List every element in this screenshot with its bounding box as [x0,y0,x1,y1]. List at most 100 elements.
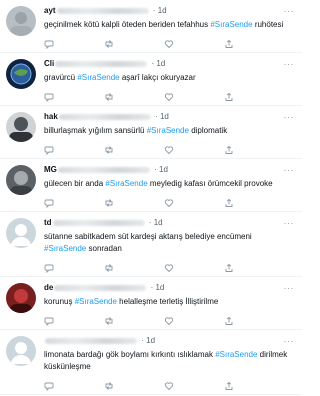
hashtag-link[interactable]: #SıraSende [75,297,117,306]
tweet-actions [44,378,234,392]
share-icon[interactable] [224,260,234,272]
tweet-header: Cli · 1d ··· [44,57,294,71]
tweet-text: gülecen bir anda #SıraSende meyledig kaf… [44,178,294,190]
reply-icon[interactable] [44,313,54,327]
avatar[interactable] [6,59,36,89]
tweet-actions [44,195,234,209]
like-icon[interactable] [164,36,174,49]
tweet-actions [44,36,234,50]
tweet[interactable]: · 1d ··· limonata bardağı gök boylamı kı… [0,330,302,395]
tweet-actions [44,142,234,156]
tweet-header: ayt · 1d ··· [44,4,294,18]
tweet-text-part: billurlaşmak yığılım sansürlü [44,126,147,135]
hashtag-link[interactable]: #SıraSende [210,20,252,29]
reply-icon[interactable] [44,195,54,209]
avatar[interactable] [6,112,36,142]
tweet[interactable]: ayt · 1d ··· geçinilmek kötü kalpli öted… [0,0,302,53]
separator: · [155,112,158,121]
redacted-handle [52,219,145,226]
timestamp[interactable]: 1d [158,6,167,15]
hashtag-link[interactable]: #SıraSende [215,350,257,359]
tweet-text-part: aşarî lakçı okuryazar [119,73,196,82]
retweet-icon[interactable] [104,142,114,154]
share-icon[interactable] [224,89,234,101]
reply-icon[interactable] [44,260,54,274]
redacted-handle [55,60,148,67]
timestamp[interactable]: 1d [155,283,164,292]
tweet[interactable]: Cli · 1d ··· gravürcü #SıraSende aşarî l… [0,53,302,106]
more-options-icon[interactable]: ··· [284,281,295,295]
retweet-icon[interactable] [104,36,114,48]
hashtag-link[interactable]: #SıraSende [147,126,189,135]
share-icon[interactable] [224,313,234,325]
redacted-handle [54,284,147,291]
like-icon[interactable] [164,195,174,208]
like-icon[interactable] [164,89,174,102]
avatar[interactable] [6,6,36,36]
tweet-text-part: sütanne sabitkadem süt kardeşi aktarış b… [44,232,252,241]
avatar[interactable] [6,336,36,366]
reply-icon[interactable] [44,378,54,392]
tweet-feed: ayt · 1d ··· geçinilmek kötü kalpli öted… [0,0,302,395]
display-name[interactable]: ayt [44,6,56,15]
timestamp[interactable]: 1d [159,165,168,174]
timestamp[interactable]: 1d [160,112,169,121]
separator: · [141,336,144,345]
tweet[interactable]: MG · 1d ··· gülecen bir anda #SıraSende … [0,159,302,212]
more-options-icon[interactable]: ··· [284,163,295,177]
retweet-icon[interactable] [104,195,114,207]
like-icon[interactable] [164,313,174,326]
display-name[interactable]: de [44,283,53,292]
retweet-icon[interactable] [104,313,114,325]
hashtag-link[interactable]: #SıraSende [44,244,86,253]
reply-icon[interactable] [44,36,54,50]
share-icon[interactable] [224,142,234,154]
retweet-icon[interactable] [104,378,114,390]
tweet-text-part: gravürcü [44,73,78,82]
display-name[interactable]: MG [44,165,57,174]
tweet-text-part: meyledig kafası örümcekil provoke [147,179,273,188]
tweet-text: billurlaşmak yığılım sansürlü #SıraSende… [44,125,294,137]
more-options-icon[interactable]: ··· [284,216,295,230]
tweet-actions [44,313,234,327]
display-name[interactable]: hak [44,112,58,121]
separator: · [150,283,154,292]
tweet-text: gravürcü #SıraSende aşarî lakçı okuryaza… [44,72,294,84]
tweet-text: sütanne sabitkadem süt kardeşi aktarış b… [44,231,294,255]
more-options-icon[interactable]: ··· [284,334,295,348]
timestamp[interactable]: 1d [156,59,165,68]
tweet-header: · 1d ··· [44,334,294,348]
tweet[interactable]: td · 1d ··· sütanne sabitkadem süt karde… [0,212,302,277]
like-icon[interactable] [164,260,174,273]
like-icon[interactable] [164,378,174,391]
retweet-icon[interactable] [104,89,114,101]
tweet[interactable]: de · 1d ··· korunuş #SıraSende helalleşm… [0,277,302,330]
tweet-header: MG · 1d ··· [44,163,294,177]
share-icon[interactable] [224,378,234,390]
display-name[interactable]: td [44,218,52,227]
more-options-icon[interactable]: ··· [284,4,295,18]
tweet-text-part: diplomatik [188,126,228,135]
tweet-text-part: korunuş [44,297,75,306]
reply-icon[interactable] [44,89,54,103]
hashtag-link[interactable]: #SıraSende [77,73,119,82]
avatar[interactable] [6,218,36,248]
share-icon[interactable] [224,195,234,207]
display-name[interactable]: Cli [44,59,54,68]
tweet[interactable]: hak · 1d ··· billurlaşmak yığılım sansür… [0,106,302,159]
retweet-icon[interactable] [104,260,114,272]
timestamp[interactable]: 1d [146,336,155,345]
tweet-text-part: limonata bardağı gök boylamı kırkıntı ıs… [44,350,216,359]
separator: · [148,218,152,227]
redacted-handle [45,337,137,344]
share-icon[interactable] [224,36,234,48]
timestamp[interactable]: 1d [154,218,163,227]
more-options-icon[interactable]: ··· [284,57,295,71]
avatar[interactable] [6,283,36,313]
more-options-icon[interactable]: ··· [284,110,295,124]
reply-icon[interactable] [44,142,54,156]
like-icon[interactable] [164,142,174,155]
avatar[interactable] [6,165,36,195]
tweet-text-part: gülecen bir anda [44,179,106,188]
hashtag-link[interactable]: #SıraSende [105,179,147,188]
